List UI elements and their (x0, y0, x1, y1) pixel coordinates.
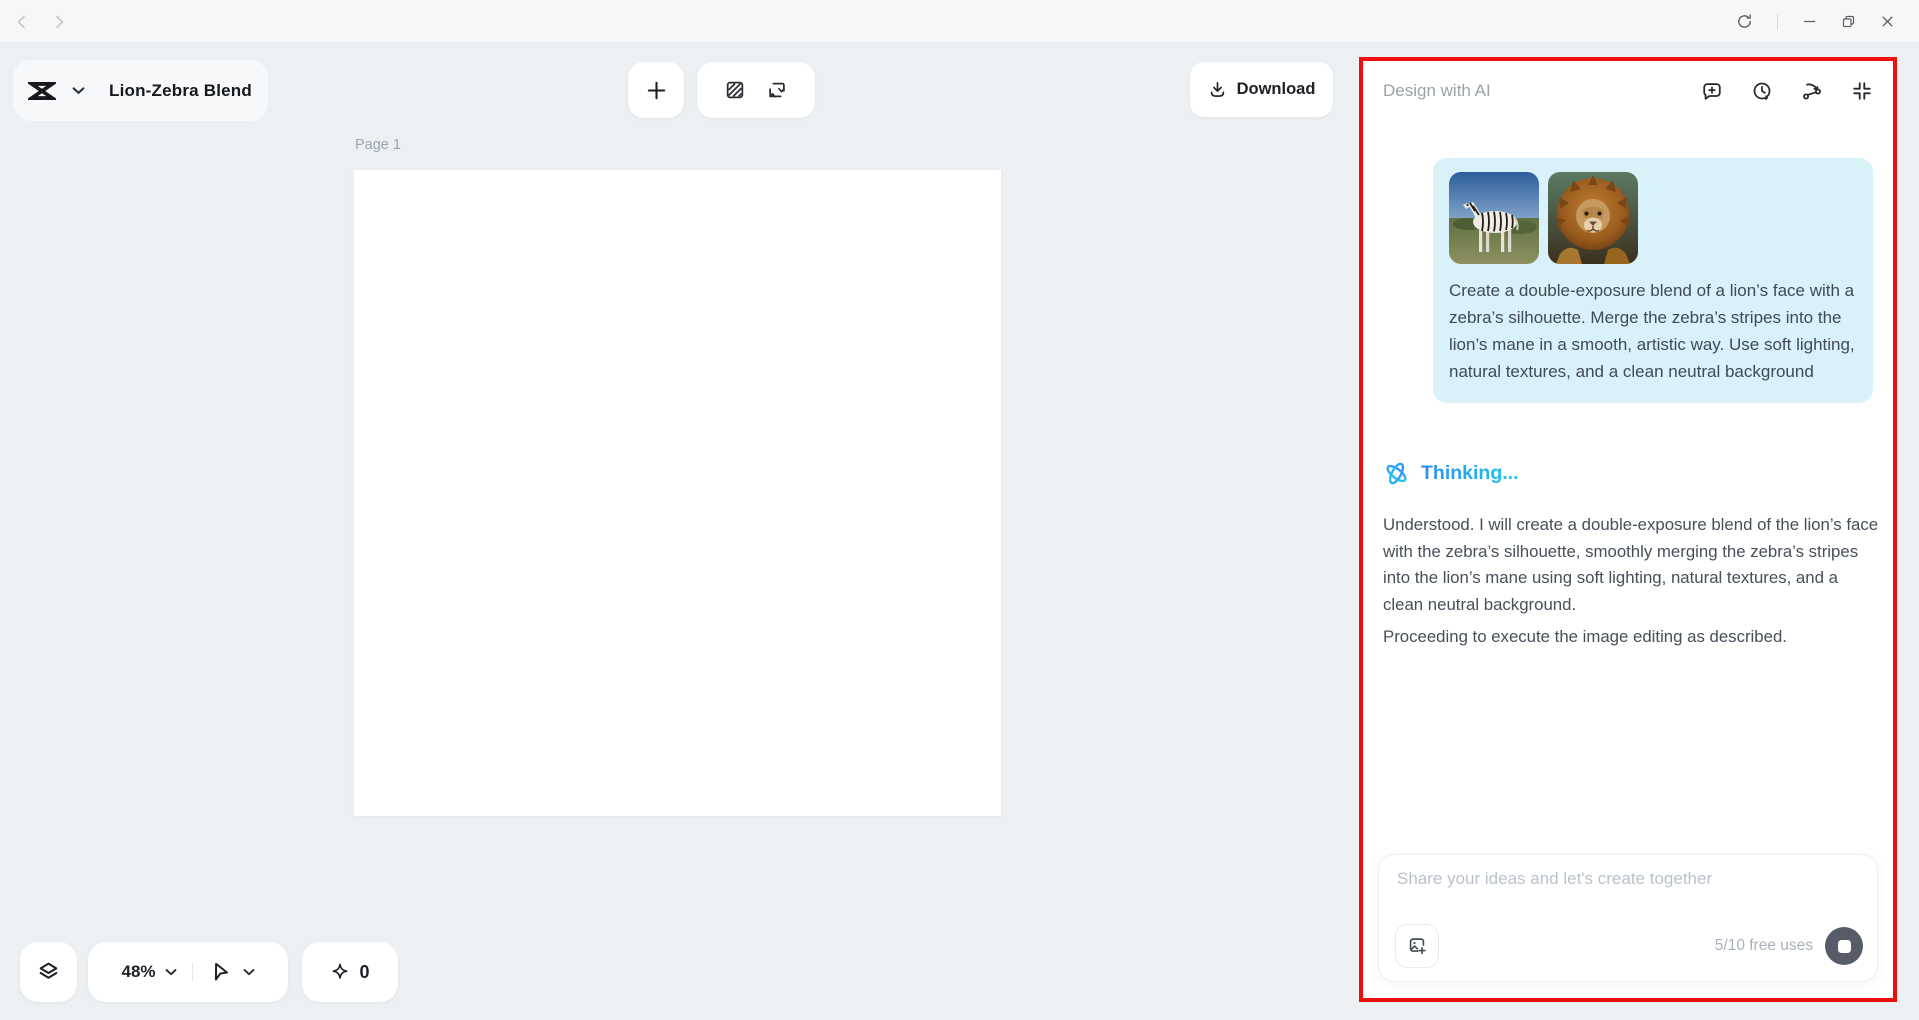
minimize-icon[interactable] (1802, 14, 1817, 29)
stop-icon (1837, 939, 1851, 953)
background-fill-icon[interactable] (724, 79, 746, 101)
chat-input-card: 5/10 free uses (1378, 854, 1878, 982)
document-pill: Lion-Zebra Blend (13, 60, 268, 121)
thinking-label: Thinking... (1421, 462, 1519, 484)
back-icon[interactable] (13, 13, 31, 31)
assistant-response: Understood. I will create a double-expos… (1383, 512, 1879, 651)
new-chat-icon[interactable] (1701, 80, 1723, 102)
chat-input[interactable] (1397, 869, 1857, 917)
add-image-button[interactable] (1395, 924, 1439, 968)
window-titlebar (0, 0, 1919, 43)
add-page-button[interactable] (628, 62, 684, 118)
assistant-paragraph-2: Proceeding to execute the image editing … (1383, 627, 1787, 646)
page-label: Page 1 (355, 137, 401, 153)
resize-crop-icon[interactable] (766, 79, 788, 101)
ai-atom-icon (1386, 462, 1407, 485)
close-icon[interactable] (1880, 14, 1895, 29)
pill-divider (191, 962, 193, 982)
layers-button[interactable] (20, 942, 77, 1002)
user-message-bubble: Create a double-exposure blend of a lion… (1433, 158, 1873, 403)
user-message-text: Create a double-exposure blend of a lion… (1449, 281, 1855, 381)
design-canvas[interactable] (354, 170, 1001, 816)
collapse-panel-icon[interactable] (1851, 80, 1873, 102)
credits-count: 0 (359, 961, 370, 982)
ai-panel: Design with AI Create a double-exposure … (1362, 60, 1894, 999)
share-flow-icon[interactable] (1801, 80, 1823, 102)
zoom-chevron-icon[interactable] (165, 968, 177, 976)
download-button[interactable]: Download (1190, 62, 1333, 117)
zoom-tool-pill: 48% (88, 942, 288, 1002)
download-label: Download (1236, 80, 1316, 98)
ai-panel-title: Design with AI (1383, 81, 1491, 100)
lion-attachment-thumbnail[interactable] (1548, 172, 1638, 264)
free-uses-counter: 5/10 free uses (1714, 937, 1813, 954)
app-surface: Lion-Zebra Blend Download Page 1 48% 0 D… (0, 43, 1919, 1020)
stop-generation-button[interactable] (1825, 927, 1863, 965)
canvas-tools-group (697, 62, 815, 118)
cursor-chevron-icon[interactable] (243, 968, 255, 976)
image-plus-icon (1409, 938, 1426, 955)
download-icon (1210, 81, 1224, 97)
history-icon[interactable] (1751, 80, 1773, 102)
sparkle-icon (333, 963, 348, 979)
reload-icon[interactable] (1736, 13, 1753, 30)
assistant-paragraph-1: Understood. I will create a double-expos… (1383, 515, 1879, 614)
titlebar-divider (1777, 13, 1778, 30)
zebra-attachment-thumbnail[interactable] (1449, 172, 1539, 264)
layers-icon (39, 962, 58, 979)
thinking-status: Thinking... (1383, 460, 1519, 487)
restore-icon[interactable] (1841, 14, 1856, 29)
zoom-level[interactable]: 48% (121, 962, 155, 982)
cursor-tool-icon[interactable] (208, 960, 232, 984)
credits-pill[interactable]: 0 (302, 942, 398, 1002)
forward-icon[interactable] (50, 13, 68, 31)
ai-panel-header: Design with AI (1362, 60, 1894, 122)
capcut-logo-icon[interactable] (28, 79, 56, 103)
document-title: Lion-Zebra Blend (109, 80, 252, 100)
doc-menu-chevron-icon[interactable] (72, 86, 85, 95)
